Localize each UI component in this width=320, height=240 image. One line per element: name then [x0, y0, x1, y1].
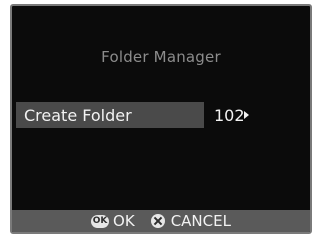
button-hint-bar: OK OK CANCEL: [12, 210, 310, 232]
menu-item-create-folder[interactable]: Create Folder 102: [16, 102, 306, 128]
folder-number-value: 102: [214, 106, 245, 125]
menu-item-label: Create Folder: [24, 106, 132, 125]
camera-menu-screen: Folder Manager Create Folder 102 OK OK C…: [10, 4, 312, 234]
chevron-right-icon[interactable]: [244, 111, 249, 119]
ok-button-icon: OK: [91, 214, 110, 228]
ok-button[interactable]: OK OK: [91, 212, 135, 230]
menu-item-highlight: Create Folder: [16, 102, 204, 128]
ok-label: OK: [113, 212, 135, 230]
cross-circle-icon: [150, 214, 165, 228]
cancel-button[interactable]: CANCEL: [150, 212, 231, 230]
page-title: Folder Manager: [101, 48, 221, 66]
cancel-label: CANCEL: [170, 212, 231, 230]
